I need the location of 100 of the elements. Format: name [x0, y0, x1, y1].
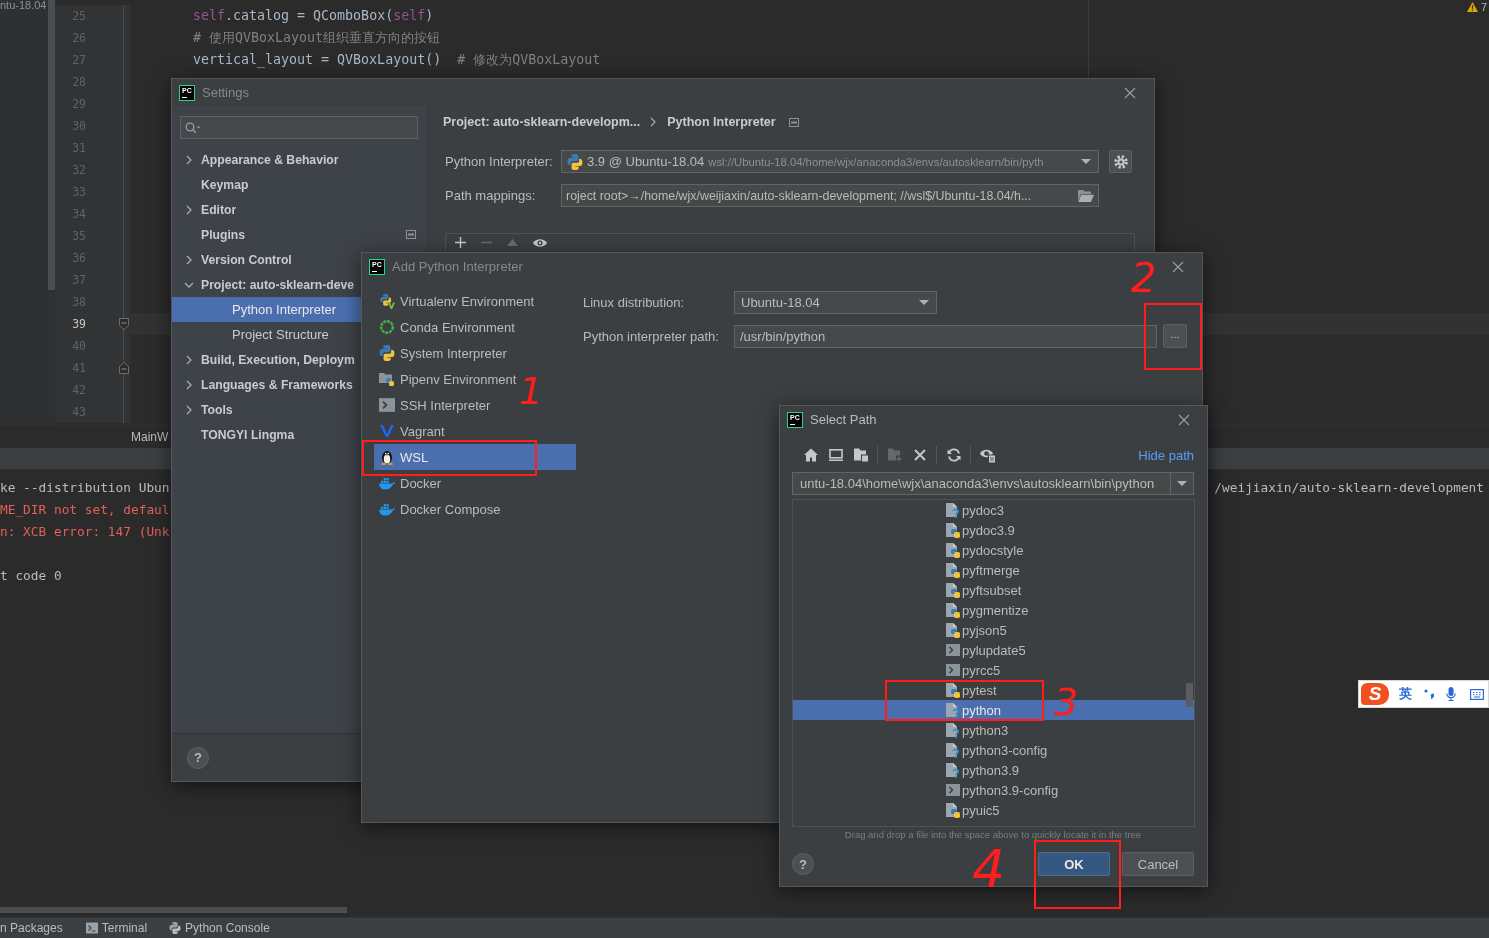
- python-file-icon: [945, 682, 961, 698]
- search-field[interactable]: [180, 116, 418, 139]
- ok-button[interactable]: OK: [1038, 852, 1110, 876]
- interpreter-type-item[interactable]: Virtualenv Environment: [374, 288, 537, 314]
- input-method-logo[interactable]: S: [1361, 683, 1389, 705]
- sidebar-item[interactable]: Languages & Frameworks: [172, 372, 361, 397]
- chevron-right-icon[interactable]: [186, 154, 192, 165]
- whale-icon: [379, 475, 395, 491]
- file-tree-item[interactable]: pydoc3.9: [793, 520, 1194, 540]
- sidebar-item[interactable]: Plugins: [172, 222, 361, 247]
- python-v-icon: [379, 293, 395, 309]
- sidebar-item[interactable]: Project Structure: [172, 322, 361, 347]
- sidebar-item[interactable]: Editor: [172, 197, 361, 222]
- file-tree-item[interactable]: pydoc3: [793, 500, 1194, 520]
- sidebar-item[interactable]: Appearance & Behavior: [172, 147, 361, 172]
- interpreter-type-item[interactable]: WSL: [374, 444, 576, 470]
- interpreter-type-item[interactable]: Docker: [374, 470, 444, 496]
- delete-icon[interactable]: [913, 449, 926, 461]
- scrollbar-thumb[interactable]: [48, 0, 55, 290]
- interpreter-type-item[interactable]: SSH Interpreter: [374, 392, 493, 418]
- python-file-icon: [945, 562, 961, 578]
- folder-icon[interactable]: [1078, 189, 1094, 202]
- interpreter-type-item[interactable]: System Interpreter: [374, 340, 509, 366]
- breadcrumb-item[interactable]: MainW: [131, 430, 169, 444]
- distribution-dropdown[interactable]: Ubuntu-18.04: [734, 291, 937, 314]
- close-icon[interactable]: [1172, 260, 1184, 273]
- file-tree-item[interactable]: pyjson5: [793, 620, 1194, 640]
- tool-window-tab[interactable]: Terminal: [85, 921, 148, 935]
- field-label: Path mappings:: [445, 188, 537, 203]
- warning-icon[interactable]: [1466, 2, 1478, 12]
- editor-tab-label[interactable]: ntu-18.04: [0, 0, 48, 10]
- close-icon[interactable]: [1178, 413, 1190, 426]
- fold-marker-icon[interactable]: [118, 318, 129, 330]
- chevron-right-icon[interactable]: [186, 354, 192, 365]
- breadcrumb-item[interactable]: Project: auto-sklearn-developm...: [443, 115, 641, 129]
- folder-icon[interactable]: [853, 448, 868, 462]
- file-tree-item[interactable]: pyuic5: [793, 800, 1194, 820]
- home-icon[interactable]: [803, 448, 818, 462]
- chevron-down-icon[interactable]: [184, 281, 194, 288]
- browse-button[interactable]: ...: [1163, 324, 1187, 348]
- eye-document-icon[interactable]: [979, 447, 996, 463]
- breadcrumb-item[interactable]: Python Interpreter: [667, 115, 776, 129]
- microphone-icon[interactable]: [1446, 687, 1456, 701]
- file-tree-item[interactable]: python3.9-config: [793, 780, 1194, 800]
- plus-icon[interactable]: [455, 237, 466, 248]
- interpreter-type-item[interactable]: Docker Compose: [374, 496, 503, 522]
- input-mode-toggle[interactable]: 英: [1399, 685, 1412, 703]
- close-icon[interactable]: [1124, 86, 1136, 99]
- help-button[interactable]: ?: [187, 746, 209, 769]
- field-label: Python interpreter path:: [583, 328, 720, 344]
- interpreter-type-item[interactable]: Pipenv Environment: [374, 366, 519, 392]
- path-mappings-field[interactable]: roject root>→/home/wjx/weijiaxin/auto-sklearn-development; //wsl$/Ubuntu-18.04/h...: [561, 184, 1099, 207]
- file-tree-item[interactable]: pygmentize: [793, 600, 1194, 620]
- file-tree-item[interactable]: python3.9: [793, 760, 1194, 780]
- annotation-rectangle: [1144, 303, 1202, 370]
- sidebar-item[interactable]: TONGYI Lingma: [172, 422, 361, 447]
- interpreter-type-item[interactable]: Vagrant: [374, 418, 447, 444]
- terminal-line: ke --distribution Ubun: [0, 479, 170, 495]
- monitor-icon[interactable]: [828, 448, 843, 462]
- file-tree-item[interactable]: pyftsubset: [793, 580, 1194, 600]
- annotation-number: 1: [519, 372, 544, 410]
- terminal-file-icon: [945, 642, 961, 658]
- sidebar-item[interactable]: Keymap: [172, 172, 361, 197]
- sidebar-item[interactable]: Version Control: [172, 247, 361, 272]
- chevron-right-icon[interactable]: [186, 379, 192, 390]
- sidebar-item[interactable]: Project: auto-sklearn-deve: [172, 272, 361, 297]
- cancel-button[interactable]: Cancel: [1122, 852, 1194, 876]
- settings-button[interactable]: [1109, 150, 1132, 173]
- interpreter-dropdown[interactable]: 3.9 @ Ubuntu-18.04 wsl://Ubuntu-18.04/home/wjx/anaconda3/envs/autosklearn/bin/pyth: [561, 150, 1099, 173]
- file-tree-item[interactable]: pyftmerge: [793, 560, 1194, 580]
- python-file-icon: [945, 622, 961, 638]
- tool-window-tab[interactable]: Python Console: [169, 921, 270, 935]
- python-file-icon: [945, 522, 961, 538]
- dialog-title: Settings: [202, 85, 249, 100]
- file-tree-item[interactable]: python3: [793, 720, 1194, 740]
- help-button[interactable]: ?: [792, 853, 814, 875]
- tool-window-tab[interactable]: n Packages: [0, 921, 63, 935]
- interpreter-type-item[interactable]: Conda Environment: [374, 314, 517, 340]
- sidebar-item[interactable]: Python Interpreter: [172, 297, 361, 322]
- file-tree-item[interactable]: pyrcc5: [793, 660, 1194, 680]
- sidebar-item[interactable]: Tools: [172, 397, 361, 422]
- chevron-right-icon[interactable]: [186, 204, 192, 215]
- chevron-right-icon[interactable]: [186, 404, 192, 415]
- scrollbar-thumb[interactable]: [0, 907, 347, 913]
- sidebar-item[interactable]: Build, Execution, Deploym: [172, 347, 361, 372]
- interpreter-path-field[interactable]: /usr/bin/python: [734, 324, 1157, 348]
- file-tree-item[interactable]: pylupdate5: [793, 640, 1194, 660]
- path-dropdown[interactable]: untu-18.04\home\wjx\anaconda3\envs\autosklearn\bin\python: [792, 472, 1194, 495]
- hide-path-link[interactable]: Hide path: [1138, 447, 1194, 463]
- scrollbar-thumb[interactable]: [1186, 683, 1193, 707]
- annotation-number: 4: [972, 843, 1006, 895]
- refresh-icon[interactable]: [946, 448, 961, 462]
- fold-marker-icon[interactable]: [118, 362, 129, 374]
- file-tree-item[interactable]: python3-config: [793, 740, 1194, 760]
- terminal-line: t code 0: [0, 567, 62, 583]
- chevron-right-icon[interactable]: [186, 254, 192, 265]
- keyboard-icon[interactable]: [1470, 688, 1484, 700]
- punctuation-icon[interactable]: [1424, 689, 1434, 699]
- unknown-file-icon: [945, 742, 961, 758]
- file-tree-item[interactable]: pydocstyle: [793, 540, 1194, 560]
